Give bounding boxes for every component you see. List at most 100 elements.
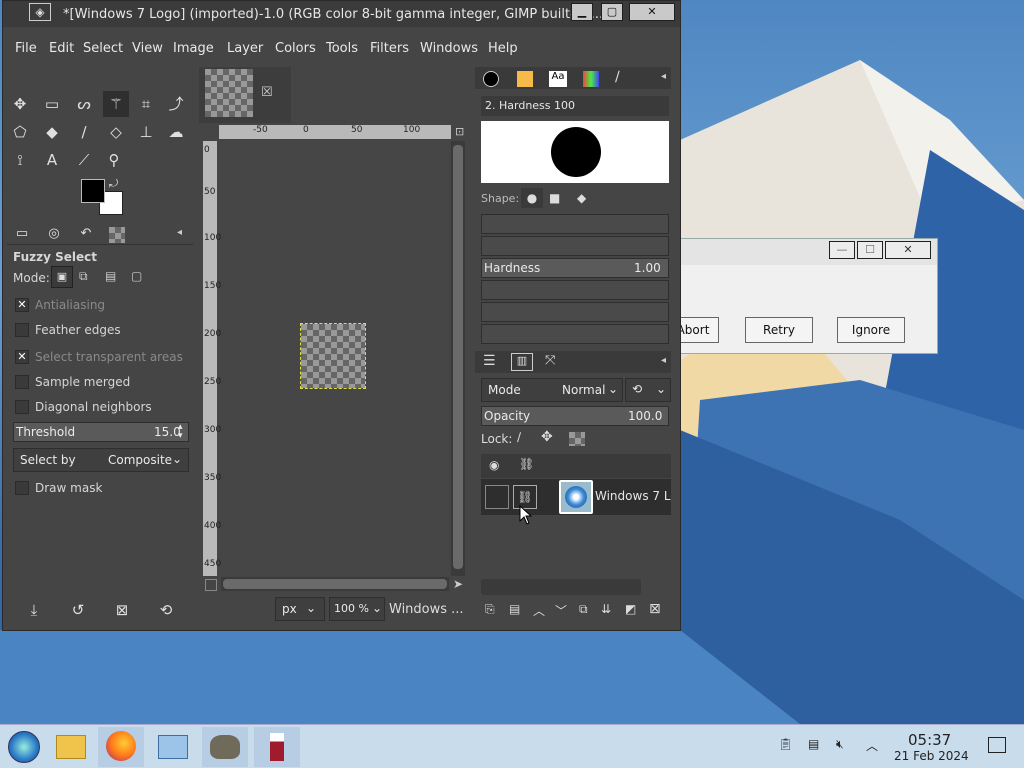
- restore-options-icon[interactable]: ↺: [65, 597, 91, 623]
- hardness-slider[interactable]: Hardness 1.00: [481, 258, 669, 278]
- paint-dynamics-tab-icon[interactable]: ∕: [615, 69, 620, 85]
- menu-filters[interactable]: Filters: [370, 41, 409, 56]
- anchor-layer-icon[interactable]: ⇊: [601, 602, 611, 616]
- network-tray-icon[interactable]: ▤: [808, 737, 819, 751]
- lock-position-icon[interactable]: ✥: [541, 429, 553, 445]
- horizontal-scrollbar[interactable]: [221, 577, 449, 591]
- raise-layer-icon[interactable]: ︿: [533, 602, 545, 619]
- zoom-fit-icon[interactable]: ⊡: [455, 125, 469, 139]
- menu-windows[interactable]: Windows: [420, 41, 478, 56]
- layers-tab-icon[interactable]: ☰: [483, 353, 496, 369]
- zoom-tool-icon[interactable]: ⚲: [101, 147, 127, 173]
- unit-dropdown[interactable]: px ⌄: [275, 597, 325, 621]
- show-desktop-icon[interactable]: [988, 737, 1006, 753]
- layers-scrollbar[interactable]: [481, 579, 641, 595]
- unified-transform-icon[interactable]: ⬠: [7, 119, 33, 145]
- layer-name[interactable]: Windows 7 Log: [595, 489, 671, 503]
- radius-slider[interactable]: [481, 214, 669, 234]
- diagonal-neighbors-checkbox[interactable]: [15, 400, 29, 414]
- maximize-button[interactable]: ▢: [601, 3, 623, 21]
- image-thumbnail[interactable]: [205, 69, 253, 117]
- menu-layer[interactable]: Layer: [227, 41, 263, 56]
- navigate-icon[interactable]: ➤: [453, 577, 463, 591]
- patterns-tab-icon[interactable]: [517, 71, 533, 87]
- clipboard-tray-icon[interactable]: 📋︎: [778, 737, 793, 751]
- close-image-icon[interactable]: ☒: [261, 85, 273, 100]
- spacing-slider[interactable]: [481, 324, 669, 344]
- crop-tool-icon[interactable]: ⌗: [133, 91, 159, 117]
- minimize-button[interactable]: ▁: [571, 3, 593, 21]
- move-tool-icon[interactable]: ✥: [7, 91, 33, 117]
- dialog-close-button[interactable]: ✕: [885, 241, 931, 259]
- menu-edit[interactable]: Edit: [49, 41, 74, 56]
- spin-arrows-icon[interactable]: ▴ ▾: [178, 423, 183, 441]
- fuzzy-select-tool-icon[interactable]: ⚚: [103, 91, 129, 117]
- menu-file[interactable]: File: [15, 41, 37, 56]
- mode-replace-icon[interactable]: ▣: [51, 266, 73, 288]
- reset-options-icon[interactable]: ⟲: [153, 597, 179, 623]
- tool-options-tab-icon[interactable]: ▭: [9, 223, 35, 245]
- color-picker-icon[interactable]: ⟋: [71, 147, 97, 173]
- mode-add-icon[interactable]: ⧉: [79, 269, 88, 284]
- menu-colors[interactable]: Colors: [275, 41, 316, 56]
- paths-tab-icon[interactable]: ⤧: [545, 353, 555, 368]
- menu-tools[interactable]: Tools: [326, 41, 358, 56]
- close-button[interactable]: ✕: [629, 3, 675, 21]
- retry-button[interactable]: Retry: [745, 317, 813, 343]
- device-status-tab-icon[interactable]: ◎: [41, 223, 67, 245]
- taskbar-wine[interactable]: [254, 727, 300, 767]
- channels-tab-icon[interactable]: ▥: [511, 353, 533, 371]
- bucket-fill-icon[interactable]: ◆: [39, 119, 65, 145]
- foreground-color-swatch[interactable]: [81, 179, 105, 203]
- clock-time[interactable]: 05:37: [908, 731, 951, 749]
- volume-muted-icon[interactable]: 🔇︎: [836, 737, 844, 752]
- layer-mask-icon[interactable]: ◩: [625, 602, 636, 616]
- taskbar-firefox[interactable]: [98, 727, 144, 767]
- dialog-minimize-button[interactable]: —: [829, 241, 855, 259]
- chevron-up-icon[interactable]: ︿: [866, 737, 878, 754]
- paths-tool-icon[interactable]: ⟟: [7, 147, 33, 173]
- zoom-dropdown[interactable]: 100 % ⌄: [329, 597, 385, 621]
- new-layer-icon[interactable]: ⎘: [485, 602, 495, 617]
- menu-select[interactable]: Select: [83, 41, 123, 56]
- lock-alpha-icon[interactable]: [569, 432, 585, 446]
- threshold-slider[interactable]: Threshold 15.0 ▴ ▾: [13, 422, 189, 442]
- dialog-maximize-button[interactable]: ☐: [857, 241, 883, 259]
- smudge-tool-icon[interactable]: ☁: [163, 119, 189, 145]
- save-options-icon[interactable]: ⤓: [21, 597, 47, 623]
- undo-history-tab-icon[interactable]: ↶: [73, 223, 99, 245]
- layer-thumbnail[interactable]: [559, 480, 593, 514]
- select-transparent-checkbox[interactable]: ✕: [15, 350, 29, 364]
- swap-colors-icon[interactable]: ⤾: [109, 177, 118, 191]
- mode-intersect-icon[interactable]: ▢: [131, 269, 142, 283]
- shape-square-icon[interactable]: ■: [549, 188, 560, 208]
- blend-space-dropdown[interactable]: ⟲ ⌄: [625, 378, 671, 402]
- image-layer-preview[interactable]: [300, 323, 366, 389]
- mode-subtract-icon[interactable]: ▤: [105, 269, 116, 283]
- opacity-slider[interactable]: Opacity 100.0: [481, 406, 669, 426]
- lock-pixels-icon[interactable]: ∕: [517, 430, 521, 444]
- palettes-tab-icon[interactable]: [583, 71, 599, 87]
- brush-dock-menu-icon[interactable]: ◂: [661, 71, 666, 82]
- brushes-tab-icon[interactable]: [483, 71, 499, 87]
- brush-preview[interactable]: [481, 121, 669, 183]
- horizontal-scroll-thumb[interactable]: [223, 579, 447, 589]
- draw-mask-checkbox[interactable]: [15, 481, 29, 495]
- clone-tool-icon[interactable]: ⊥: [133, 119, 159, 145]
- new-layer-group-icon[interactable]: ▤: [509, 602, 520, 616]
- layer-mode-dropdown[interactable]: Mode Normal ⌄: [481, 378, 623, 402]
- layers-dock-menu-icon[interactable]: ◂: [661, 355, 666, 366]
- taskbar-gimp[interactable]: [202, 727, 248, 767]
- delete-layer-icon[interactable]: ⊠: [649, 601, 661, 617]
- layer-visibility-toggle[interactable]: [485, 485, 509, 509]
- menu-image[interactable]: Image: [173, 41, 214, 56]
- lasso-tool-icon[interactable]: ᔕ: [71, 91, 97, 117]
- menu-help[interactable]: Help: [488, 41, 518, 56]
- vertical-scrollbar[interactable]: [451, 141, 465, 576]
- spikes-slider[interactable]: [481, 236, 669, 256]
- start-button[interactable]: [2, 727, 48, 767]
- delete-options-icon[interactable]: ⊠: [109, 597, 135, 623]
- eraser-icon[interactable]: ◇: [103, 119, 129, 145]
- taskbar-file-explorer[interactable]: [48, 727, 94, 767]
- aspect-ratio-slider[interactable]: [481, 280, 669, 300]
